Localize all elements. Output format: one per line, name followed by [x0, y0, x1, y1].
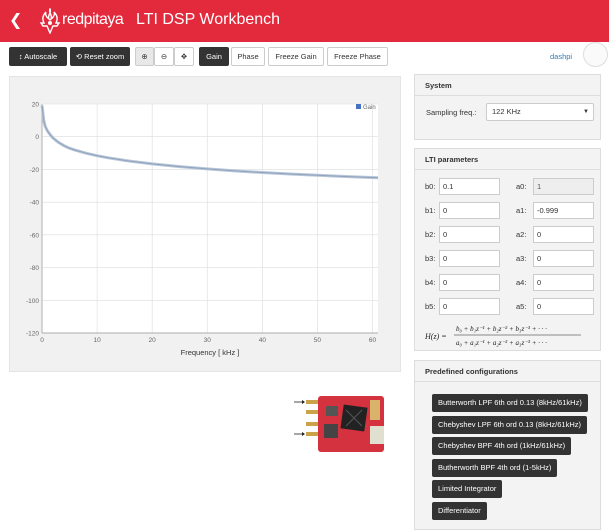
caret-down-icon: ▼ [583, 109, 589, 115]
b5-label: b5: [425, 302, 436, 311]
app-header: ❮ redpitaya LTI DSP Workbench [0, 0, 609, 42]
transfer-function-formula: H(z) = b₀ + b₁z⁻¹ + b₂z⁻² + b₃z⁻³ + · · … [424, 325, 581, 347]
system-panel: System Sampling freq.: 122 KHz ▼ [414, 74, 601, 140]
y-tick-label: -20 [30, 167, 40, 174]
zoom-in-icon: ⊕ [141, 52, 148, 61]
gain-chart[interactable]: 200-20-40-60-80-100-1200 10 20 30 40 50 60Gain… [10, 77, 402, 373]
a0-label: a0: [516, 182, 527, 191]
avatar[interactable] [583, 42, 608, 67]
b2-input[interactable]: 0 [439, 226, 500, 243]
pan-button[interactable]: ✥ [174, 47, 194, 66]
redpitaya-board-image [294, 396, 384, 452]
b4-label: b4: [425, 278, 436, 287]
y-tick-label: 0 [35, 134, 39, 141]
reset-zoom-button[interactable]: ⟲ Reset zoom [70, 47, 130, 66]
formula-denominator: a₀ + a₁z⁻¹ + a₂z⁻² + a₃z⁻³ + · · · [456, 339, 547, 347]
predefined-configurations-panel: Predefined configurations Butterworth LP… [414, 360, 601, 530]
b5-input[interactable]: 0 [439, 298, 500, 315]
a0-input: 1 [533, 178, 594, 195]
b3-input[interactable]: 0 [439, 250, 500, 267]
preset-button[interactable]: Butterworth LPF 6th ord 0.13 (8kHz/61kHz… [432, 394, 588, 412]
zoom-in-button[interactable]: ⊕ [135, 47, 154, 66]
phase-button[interactable]: Phase [231, 47, 265, 66]
plot-area [42, 104, 378, 333]
y-tick-label: -80 [30, 265, 40, 272]
x-tick-label: 50 [314, 337, 322, 344]
a5-label: a5: [516, 302, 527, 311]
b4-input[interactable]: 0 [439, 274, 500, 291]
a1-input[interactable]: -0.999 [533, 202, 594, 219]
b2-label: b2: [425, 230, 436, 239]
y-tick-label: -40 [30, 200, 40, 207]
preset-button[interactable]: Butherworth BPF 4th ord (1-5kHz) [432, 458, 558, 477]
x-tick-label: 20 [149, 337, 157, 344]
a1-label: a1: [516, 206, 527, 215]
b1-input[interactable]: 0 [439, 202, 500, 219]
y-tick-label: 20 [32, 102, 40, 109]
autoscale-button[interactable]: ↕ Autoscale [9, 47, 67, 66]
reset-zoom-label: Reset zoom [84, 52, 125, 61]
sampling-freq-select[interactable]: 122 KHz ▼ [486, 103, 594, 121]
y-tick-label: -120 [26, 331, 39, 338]
x-tick-label: 60 [369, 337, 377, 344]
formula-lhs: H(z) = [424, 332, 447, 341]
divider [415, 95, 600, 96]
x-tick-label: 40 [259, 337, 267, 344]
page-title: LTI DSP Workbench [136, 11, 281, 28]
zoom-out-button[interactable]: ⊖ [154, 47, 174, 66]
preset-button[interactable]: Limited Integrator [432, 480, 503, 498]
system-title: System [425, 81, 452, 90]
gain-chart-panel: 20 0 -20 -40 -60 -80 -100 -120 0 10 20 30 40 50 60 Gain… [9, 76, 401, 372]
freeze-gain-button[interactable]: Freeze Gain [268, 47, 324, 66]
a2-label: a2: [516, 230, 527, 239]
username-link[interactable]: dashpi [550, 52, 572, 61]
a3-label: a3: [516, 254, 527, 263]
divider [415, 381, 600, 382]
reset-icon: ⟲ [75, 52, 83, 61]
a2-input[interactable]: 0 [533, 226, 594, 243]
autoscale-label: Autoscale [24, 52, 58, 61]
b0-input[interactable]: 0.1 [439, 178, 500, 195]
freeze-phase-button[interactable]: Freeze Phase [327, 47, 388, 66]
x-tick-label: 0 [40, 337, 44, 344]
chevron-left-icon[interactable]: ❮ [9, 10, 27, 30]
b0-label: b0: [425, 182, 436, 191]
preset-button[interactable]: Chebyshev BPF 4th ord (1kHz/61kHz) [432, 437, 572, 455]
y-tick-label: -60 [30, 232, 40, 239]
y-tick-label: -100 [26, 298, 39, 305]
preset-button[interactable]: Differentiator [432, 501, 487, 520]
sampling-freq-value: 122 KHz [492, 107, 521, 116]
lti-parameters-panel: LTI parameters b0: 0.1 a0: 1 b1: 0 a1: -0.999 b2… [414, 148, 601, 351]
b1-label: b1: [425, 206, 436, 215]
vertical-arrows-icon: ↕ [18, 52, 23, 61]
legend-label: Gain [363, 105, 376, 111]
zoom-out-icon: ⊖ [160, 52, 168, 61]
divider [415, 169, 600, 170]
a3-input[interactable]: 0 [533, 250, 594, 267]
a4-label: a4: [516, 278, 527, 287]
preset-button[interactable]: Chebyshev LPF 6th ord 0.13 (8kHz/61kHz) [432, 415, 587, 434]
formula-numerator: b₀ + b₁z⁻¹ + b₂z⁻² + b₃z⁻³ + · · · [456, 325, 547, 333]
logo-text: redpitaya [62, 11, 124, 28]
x-axis-label: Frequency [ kHz ] [181, 348, 240, 357]
b3-label: b3: [425, 254, 436, 263]
legend-swatch [356, 104, 361, 109]
a5-input[interactable]: 0 [533, 298, 594, 315]
x-tick-label: 10 [93, 337, 101, 344]
sampling-freq-label: Sampling freq.: [426, 108, 477, 117]
lti-title: LTI parameters [425, 155, 479, 164]
pan-arrows-icon: ✥ [180, 52, 188, 61]
predefined-title: Predefined configurations [425, 367, 518, 376]
x-tick-label: 30 [204, 337, 212, 344]
redpitaya-flame-logo-icon [39, 8, 61, 34]
a4-input[interactable]: 0 [533, 274, 594, 291]
gain-button[interactable]: Gain [199, 47, 229, 66]
